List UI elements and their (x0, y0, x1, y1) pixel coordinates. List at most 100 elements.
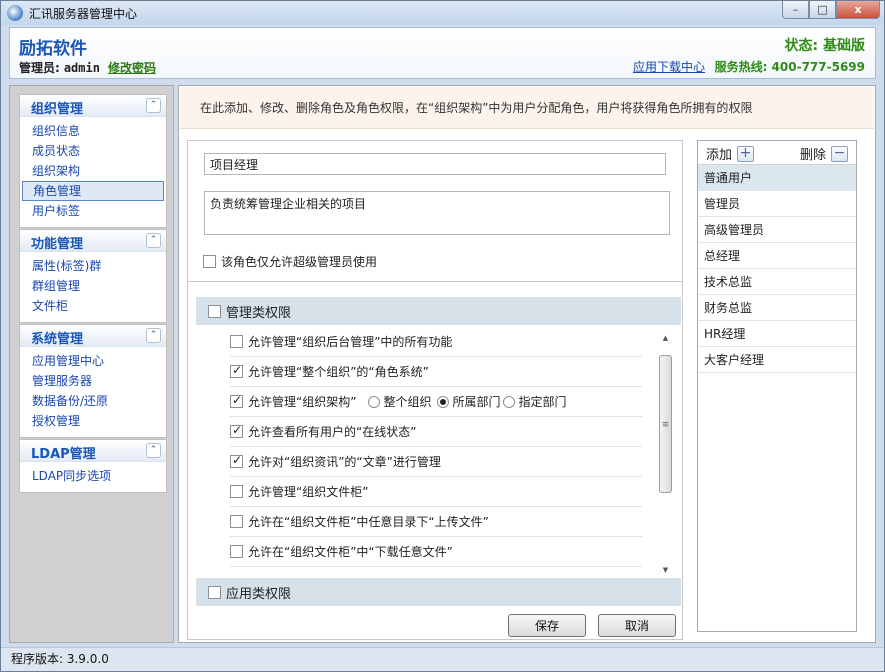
sidebar-item-member-status[interactable]: 成员状态 (22, 141, 164, 161)
permission-checkbox[interactable] (230, 545, 243, 558)
delete-role-button[interactable]: 删除 − (800, 144, 848, 163)
management-permissions-checkbox[interactable] (208, 304, 221, 318)
role-item[interactable]: 管理员 (698, 191, 856, 217)
sidebar-group-header[interactable]: LDAP管理 ⌃ (20, 440, 166, 462)
permission-row[interactable]: 允许管理“整个组织”的“角色系统” (230, 357, 642, 387)
add-role-button[interactable]: 添加 + (706, 144, 755, 163)
service-hotline: 服务热线: 400-777-5699 (714, 60, 865, 74)
app-window: 汇讯服务器管理中心 – □ x 励拓软件 管理员: admin 修改密码 状态: 基… (0, 0, 885, 672)
sidebar-item-role-management[interactable]: 角色管理 (22, 181, 164, 201)
permission-scrollbar[interactable]: ▲ ≡ ▼ (658, 331, 673, 577)
role-form: 负责统筹管理企业相关的项目 该角色仅允许超级管理员使用 管理类权限 允许管理“组… (187, 140, 683, 640)
admin-info: 管理员: admin 修改密码 (19, 59, 156, 76)
chevron-up-icon[interactable]: ⌃ (146, 328, 161, 343)
sidebar-group-features: 功能管理 ⌃ 属性(标签)群 群组管理 文件柜 (19, 229, 167, 323)
permission-checkbox[interactable] (230, 393, 243, 408)
sidebar-group-title: 功能管理 (31, 237, 84, 252)
role-description-input[interactable]: 负责统筹管理企业相关的项目 (204, 191, 670, 235)
role-name-input[interactable] (204, 153, 666, 175)
management-permissions-label: 管理类权限 (226, 305, 292, 321)
super-admin-only-label: 该角色仅允许超级管理员使用 (221, 255, 378, 269)
scroll-up-icon[interactable]: ▲ (658, 331, 673, 345)
permission-row[interactable]: 允许在“组织文件柜”中任意目录下“上传文件” (230, 507, 642, 537)
plus-icon[interactable]: + (737, 145, 755, 162)
sidebar-item-license[interactable]: 授权管理 (22, 411, 164, 431)
scope-option-label: 整个组织 (383, 395, 432, 409)
sidebar-group-title: LDAP管理 (31, 447, 96, 462)
app-permissions-label: 应用类权限 (226, 586, 292, 602)
permission-checkbox[interactable] (230, 423, 243, 438)
permission-checkbox[interactable] (230, 485, 243, 498)
chevron-up-icon[interactable]: ⌃ (146, 443, 161, 458)
header: 励拓软件 管理员: admin 修改密码 状态: 基础版 应用下载中心 服务热线: … (9, 27, 876, 79)
app-permissions-header[interactable]: 应用类权限 (196, 578, 681, 606)
sidebar-item-group-management[interactable]: 群组管理 (22, 276, 164, 296)
permission-list: 允许管理“组织后台管理”中的所有功能 允许管理“整个组织”的“角色系统” 允许管… (196, 327, 681, 579)
edition-status: 状态: 基础版 (784, 38, 865, 54)
sidebar-item-ldap-sync[interactable]: LDAP同步选项 (22, 466, 164, 486)
sidebar-item-file-cabinet[interactable]: 文件柜 (22, 296, 164, 316)
scope-radio-whole-org[interactable] (368, 395, 381, 408)
sidebar-group-header[interactable]: 系统管理 ⌃ (20, 325, 166, 347)
sidebar-item-backup-restore[interactable]: 数据备份/还原 (22, 391, 164, 411)
permission-label: 允许管理“组织后台管理”中的所有功能 (248, 335, 453, 349)
role-item[interactable]: HR经理 (698, 321, 856, 347)
close-button[interactable]: x (836, 1, 880, 19)
permission-checkbox[interactable] (230, 453, 243, 468)
role-item[interactable]: 财务总监 (698, 295, 856, 321)
sidebar-group-title: 组织管理 (31, 102, 84, 117)
scrollbar-thumb[interactable]: ≡ (659, 355, 672, 493)
permission-checkbox[interactable] (230, 363, 243, 378)
sidebar-item-org-structure[interactable]: 组织架构 (22, 161, 164, 181)
scope-radio-specified-department[interactable] (503, 395, 516, 408)
role-toolbar: 添加 + 删除 − (698, 141, 856, 165)
super-admin-only-checkbox[interactable] (203, 255, 216, 268)
sidebar-item-user-tags[interactable]: 用户标签 (22, 201, 164, 221)
window-controls: – □ x (782, 1, 880, 20)
permission-row[interactable]: 允许对“组织资讯”的“文章”进行管理 (230, 447, 642, 477)
cancel-button[interactable]: 取消 (598, 614, 676, 637)
permission-row[interactable]: 允许管理“组织架构” 整个组织 所属部门 指定部门 (230, 387, 642, 417)
permission-row[interactable]: 允许在“组织文件柜”中“下载任意文件” (230, 537, 642, 567)
divider (188, 281, 682, 282)
sidebar-group-system: 系统管理 ⌃ 应用管理中心 管理服务器 数据备份/还原 授权管理 (19, 324, 167, 438)
sidebar-item-manage-servers[interactable]: 管理服务器 (22, 371, 164, 391)
role-item[interactable]: 总经理 (698, 243, 856, 269)
role-item[interactable]: 大客户经理 (698, 347, 856, 373)
permission-checkbox[interactable] (230, 515, 243, 528)
super-admin-only-option[interactable]: 该角色仅允许超级管理员使用 (203, 253, 377, 270)
window-title: 汇讯服务器管理中心 (29, 7, 138, 21)
minus-icon[interactable]: − (831, 145, 848, 162)
sidebar-item-app-center[interactable]: 应用管理中心 (22, 351, 164, 371)
permission-row[interactable]: 允许管理“组织后台管理”中的所有功能 (230, 327, 642, 357)
app-icon (7, 5, 23, 21)
role-item[interactable]: 高级管理员 (698, 217, 856, 243)
sidebar-group-header[interactable]: 功能管理 ⌃ (20, 230, 166, 252)
admin-label: 管理员: (19, 61, 60, 75)
permission-checkbox[interactable] (230, 335, 243, 348)
maximize-button[interactable]: □ (809, 1, 836, 19)
permission-label: 允许管理“组织文件柜” (248, 485, 369, 499)
download-center-link[interactable]: 应用下载中心 (633, 58, 705, 75)
permission-label: 允许在“组织文件柜”中“下载任意文件” (248, 545, 453, 559)
minimize-button[interactable]: – (782, 1, 809, 19)
delete-role-label: 删除 (799, 148, 826, 163)
permission-label: 允许查看所有用户的“在线状态” (248, 425, 417, 439)
save-button[interactable]: 保存 (508, 614, 586, 637)
role-item[interactable]: 普通用户 (698, 165, 856, 191)
scope-radio-own-department[interactable] (437, 395, 450, 408)
sidebar-group-header[interactable]: 组织管理 ⌃ (20, 95, 166, 117)
scroll-down-icon[interactable]: ▼ (658, 563, 673, 577)
management-permissions-header[interactable]: 管理类权限 (196, 297, 681, 325)
role-item[interactable]: 技术总监 (698, 269, 856, 295)
chevron-up-icon[interactable]: ⌃ (146, 233, 161, 248)
sidebar-item-org-info[interactable]: 组织信息 (22, 121, 164, 141)
sidebar-item-attribute-groups[interactable]: 属性(标签)群 (22, 256, 164, 276)
chevron-up-icon[interactable]: ⌃ (146, 98, 161, 113)
app-permissions-checkbox[interactable] (208, 585, 221, 599)
change-password-link[interactable]: 修改密码 (108, 61, 156, 75)
permission-row[interactable]: 允许查看所有用户的“在线状态” (230, 417, 642, 447)
program-version: 程序版本: 3.9.0.0 (11, 652, 109, 666)
permission-row[interactable]: 允许管理“组织文件柜” (230, 477, 642, 507)
brand-name: 励拓软件 (19, 39, 87, 59)
